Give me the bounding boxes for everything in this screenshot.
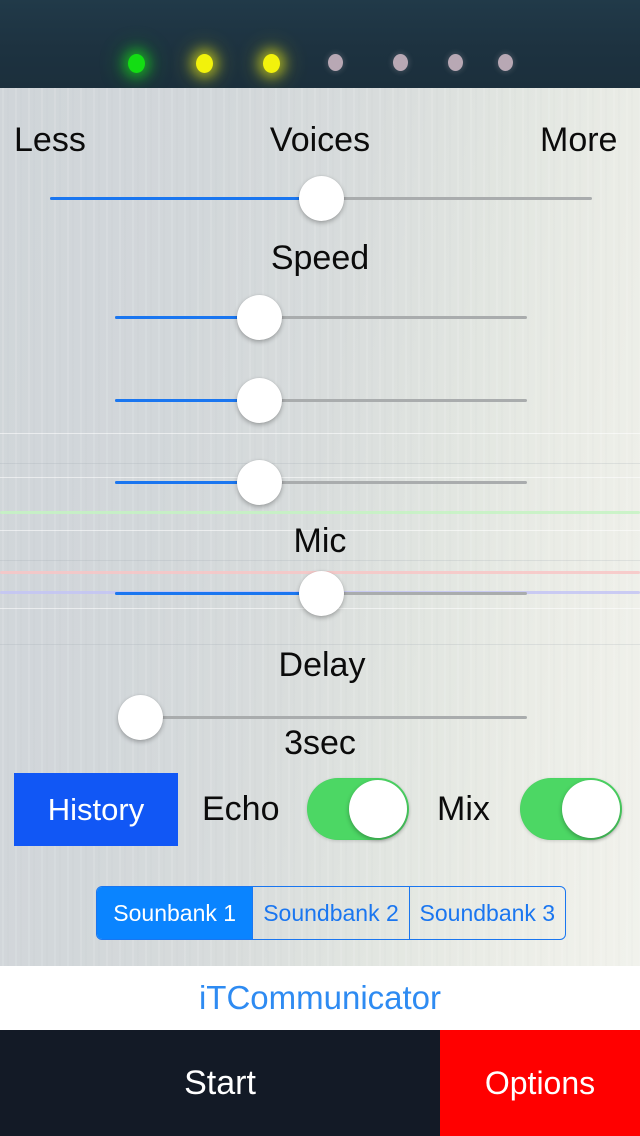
led-indicator-5 (393, 54, 408, 71)
delay-label: Delay (278, 646, 366, 684)
mix-label: Mix (437, 790, 490, 828)
soundbank-segment-3[interactable]: Soundbank 3 (410, 887, 565, 939)
mic-slider-thumb[interactable] (299, 571, 344, 616)
speed-slider-3-thumb[interactable] (237, 460, 283, 505)
history-button-label: History (47, 791, 145, 827)
echo-toggle-knob (349, 780, 407, 838)
voices-slider-thumb[interactable] (299, 176, 344, 221)
app-root: Less Voices More Speed Mic Delay 3sec Hi… (0, 0, 640, 1136)
soundbank-segmented-control[interactable]: Sounbank 1 Soundbank 2 Soundbank 3 (96, 886, 566, 940)
echo-label: Echo (202, 790, 280, 828)
voices-slider[interactable] (50, 176, 592, 221)
led-header (0, 0, 640, 88)
voices-max-label: More (540, 121, 618, 159)
mic-slider[interactable] (115, 571, 527, 616)
mix-toggle-knob (562, 780, 620, 838)
led-indicator-2 (196, 54, 213, 73)
speed-slider-2[interactable] (115, 378, 527, 423)
soundbank-segment-2[interactable]: Soundbank 2 (253, 887, 410, 939)
waveform-gridline (0, 433, 640, 434)
history-button[interactable]: History (14, 773, 178, 846)
led-indicator-7 (498, 54, 513, 71)
delay-slider-track[interactable] (140, 716, 527, 719)
delay-slider-thumb[interactable] (118, 695, 163, 740)
waveform-gridline (0, 644, 640, 645)
mix-toggle[interactable] (520, 778, 622, 840)
options-button[interactable]: Options (440, 1030, 640, 1136)
options-button-label: Options (484, 1064, 596, 1101)
speed-slider-3[interactable] (115, 460, 527, 505)
speed-slider-1[interactable] (115, 295, 527, 340)
led-indicator-3 (263, 54, 280, 73)
start-button[interactable]: Start (0, 1030, 440, 1136)
bottom-action-bar: Start Options (0, 1030, 640, 1136)
led-indicator-row (0, 50, 640, 76)
speed-label: Speed (270, 239, 370, 277)
echo-toggle[interactable] (307, 778, 409, 840)
voices-label: Voices (269, 121, 371, 159)
mic-label: Mic (293, 522, 347, 560)
delay-value-label: 3sec (284, 724, 356, 762)
app-title-bar: iTCommunicator (0, 966, 640, 1030)
start-button-label: Start (184, 1063, 256, 1102)
voices-slider-fill (50, 197, 321, 200)
led-indicator-1 (128, 54, 145, 73)
led-indicator-6 (448, 54, 463, 71)
app-title: iTCommunicator (198, 979, 442, 1016)
waveform-trace-green (0, 511, 640, 514)
speed-slider-1-thumb[interactable] (237, 295, 283, 340)
voices-min-label: Less (14, 121, 86, 159)
waveform-gridline (0, 560, 640, 561)
mic-slider-fill (115, 592, 321, 595)
led-indicator-4 (328, 54, 343, 71)
soundbank-segment-1[interactable]: Sounbank 1 (97, 887, 254, 939)
speed-slider-2-thumb[interactable] (237, 378, 283, 423)
